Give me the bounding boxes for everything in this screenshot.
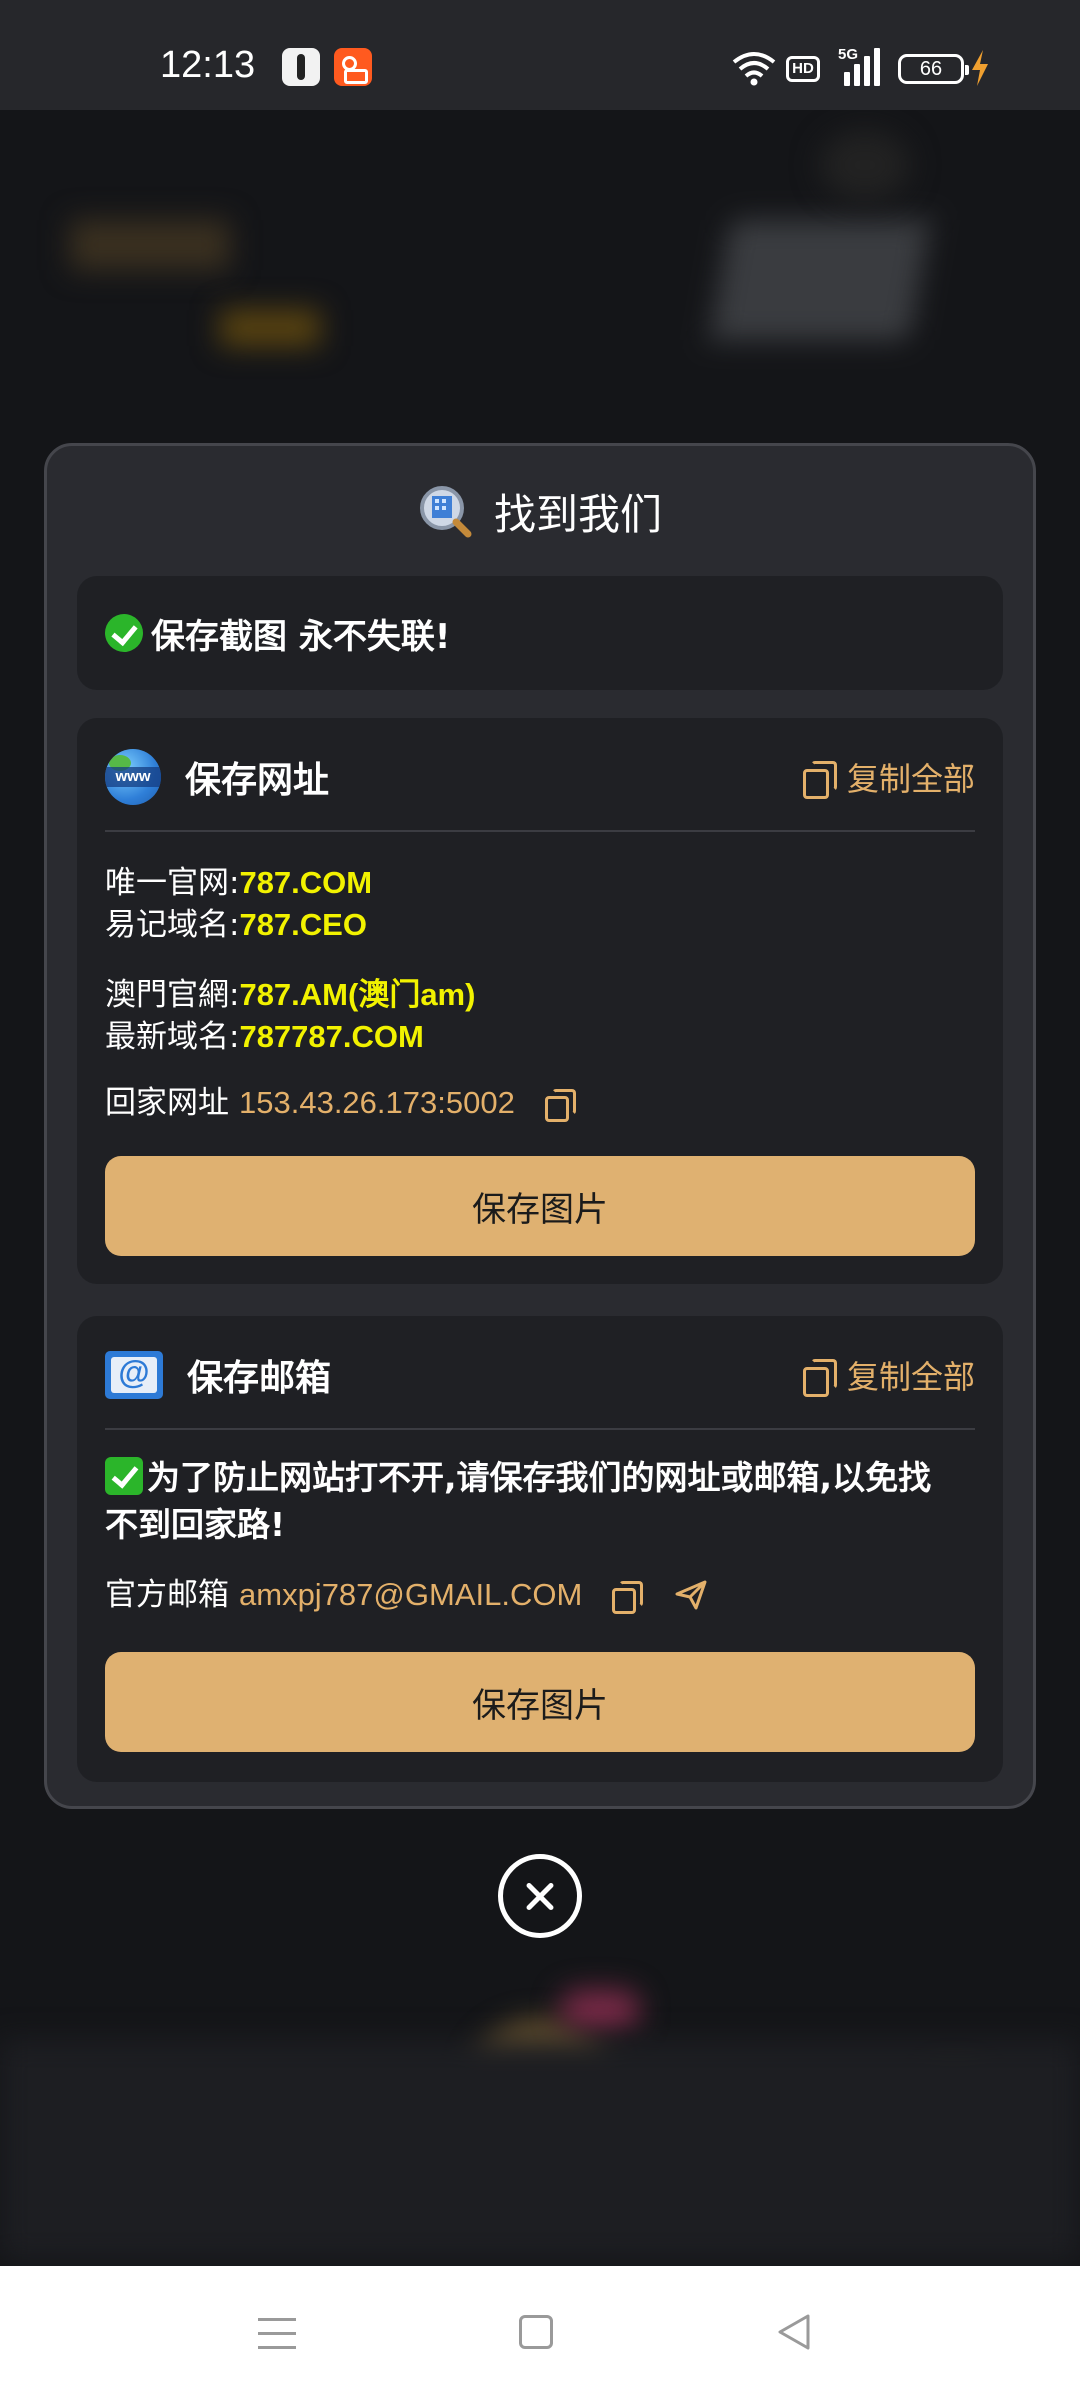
hd-badge: HD — [786, 56, 820, 82]
url-entry-macau: 澳門官網:787.AM(澳门am) — [105, 974, 475, 1016]
notification-app-icon — [282, 48, 320, 86]
copy-icon[interactable] — [612, 1581, 644, 1614]
save-image-button[interactable]: 保存图片 — [105, 1652, 975, 1752]
url-entry-official: 唯一官网:787.COM — [105, 862, 372, 904]
close-icon[interactable] — [498, 1854, 582, 1938]
url-entry-value[interactable]: 787.COM — [239, 865, 372, 900]
email-row: 官方邮箱 amxpj787@GMAIL.COM — [105, 1574, 708, 1616]
copy-all-mail-button[interactable]: 复制全部 — [802, 1352, 975, 1398]
status-bar: 12:13 HD 5G 66 — [0, 0, 1080, 110]
copy-all-label: 复制全部 — [846, 760, 975, 798]
modal-title: 找到我们 — [493, 489, 662, 539]
globe-www-icon — [105, 749, 161, 805]
tip-text: 保存截图 永不失联! — [151, 616, 451, 657]
url-card-title: 保存网址 — [185, 760, 330, 801]
url-entry-label: 唯一官网: — [105, 865, 240, 901]
search-building-icon — [419, 486, 472, 538]
mail-card-title: 保存邮箱 — [187, 1358, 332, 1399]
url-entry-label: 易记域名: — [105, 907, 240, 943]
divider — [105, 1428, 975, 1430]
mail-card: 保存邮箱 复制全部 为了防止网站打不开,请保存我们的网址或邮箱,以免找不到回家路… — [77, 1316, 1003, 1782]
notification-camera-app-icon — [334, 48, 372, 86]
battery-level: 66 — [919, 58, 943, 80]
url-entry-value[interactable]: 787787.COM — [239, 1019, 423, 1054]
menu-icon[interactable] — [258, 2316, 296, 2350]
mail-card-header: 保存邮箱 复制全部 — [105, 1340, 975, 1410]
copy-icon — [802, 761, 837, 799]
email-value[interactable]: amxpj787@GMAIL.COM — [239, 1574, 582, 1616]
status-time: 12:13 — [160, 44, 256, 86]
url-card: 保存网址 复制全部 唯一官网:787.COM 易记域名:787.CEO 澳門官網… — [77, 718, 1003, 1284]
wifi-icon — [732, 52, 776, 86]
home-icon[interactable] — [519, 2315, 553, 2349]
battery-icon: 66 — [898, 54, 969, 84]
url-entry-latest: 最新域名:787787.COM — [105, 1016, 424, 1058]
cell-signal-icon: 5G — [838, 46, 886, 86]
send-icon[interactable] — [674, 1579, 708, 1611]
charging-icon — [972, 50, 988, 86]
check-circle-icon — [105, 614, 143, 652]
url-entry-value[interactable]: 787.CEO — [239, 907, 367, 942]
modal-header: 找到我们 — [47, 476, 1033, 546]
home-address-row: 回家网址 153.43.26.173:5002 — [105, 1082, 576, 1124]
email-label: 官方邮箱 — [105, 1577, 229, 1613]
url-card-header: 保存网址 复制全部 — [105, 742, 975, 812]
copy-icon[interactable] — [544, 1089, 576, 1122]
copy-all-urls-button[interactable]: 复制全部 — [802, 754, 975, 800]
mail-note: 为了防止网站打不开,请保存我们的网址或邮箱,以免找不到回家路! — [105, 1454, 963, 1548]
email-icon — [105, 1351, 163, 1399]
mail-note-text: 为了防止网站打不开,请保存我们的网址或邮箱,以免找不到回家路! — [105, 1458, 932, 1544]
home-address-label: 回家网址 — [105, 1085, 229, 1121]
home-address-value[interactable]: 153.43.26.173:5002 — [239, 1082, 515, 1124]
tip-card: 保存截图 永不失联! — [77, 576, 1003, 690]
copy-all-label: 复制全部 — [846, 1358, 975, 1396]
check-box-icon — [105, 1457, 143, 1495]
divider — [105, 830, 975, 832]
save-image-button[interactable]: 保存图片 — [105, 1156, 975, 1256]
back-icon[interactable] — [776, 2312, 812, 2352]
find-us-modal: 找到我们 保存截图 永不失联! 保存网址 复制全部 唯一官网:787.COM 易… — [44, 443, 1036, 1809]
system-nav-bar — [0, 2266, 1080, 2400]
url-entry-easy: 易记域名:787.CEO — [105, 904, 367, 946]
copy-icon — [802, 1359, 837, 1397]
url-entry-value[interactable]: 787.AM(澳门am) — [239, 977, 475, 1012]
url-entry-label: 澳門官網: — [105, 977, 240, 1013]
url-entry-label: 最新域名: — [105, 1019, 240, 1055]
